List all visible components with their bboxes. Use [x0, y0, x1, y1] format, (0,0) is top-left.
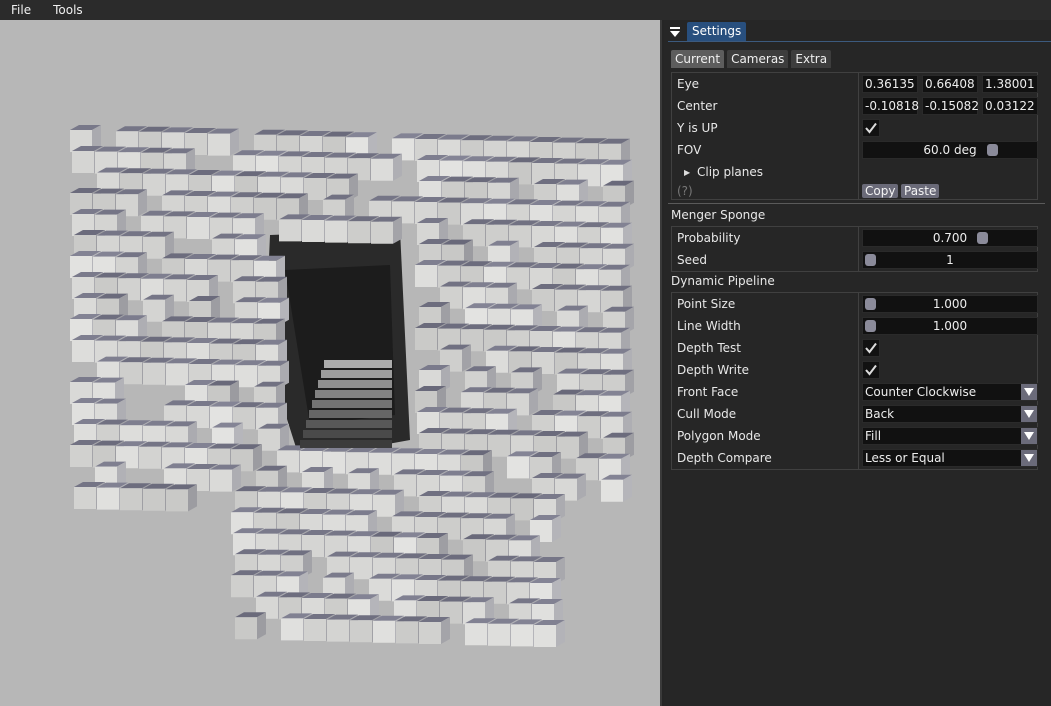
probability-label: Probability [677, 231, 741, 245]
paste-button[interactable]: Paste [901, 184, 940, 198]
row-line-width: Line Width 1.000 [672, 315, 1038, 337]
render-viewport[interactable] [0, 20, 662, 706]
copy-button[interactable]: Copy [862, 184, 899, 198]
front-face-value: Counter Clockwise [865, 385, 977, 399]
settings-tabs: Current Cameras Extra [671, 50, 832, 68]
fov-slider-grab[interactable] [986, 144, 998, 156]
dropdown-arrow-icon[interactable] [1021, 384, 1037, 400]
cull-mode-label: Cull Mode [677, 407, 737, 421]
line-width-value: 1.000 [932, 319, 968, 333]
point-size-slider-grab[interactable] [865, 298, 876, 310]
depth-compare-value: Less or Equal [865, 451, 945, 465]
collapse-triangle-icon[interactable] [668, 25, 682, 39]
depth-write-label: Depth Write [677, 363, 750, 377]
depth-test-label: Depth Test [677, 341, 741, 355]
row-depth-compare: Depth Compare Less or Equal [672, 447, 1038, 469]
dropdown-arrow-icon[interactable] [1021, 428, 1037, 444]
panel-title[interactable]: Settings [687, 22, 747, 41]
center-x-field[interactable]: -0.10818 [862, 97, 919, 115]
point-size-slider[interactable]: 1.000 [862, 295, 1038, 313]
menger-sponge-header: Menger Sponge [671, 208, 766, 222]
probability-value: 0.700 [932, 231, 968, 245]
probability-slider-grab[interactable] [977, 232, 988, 244]
yup-label: Y is UP [677, 121, 718, 135]
row-eye: Eye 0.36135 0.66408 1.38001 [672, 73, 1038, 95]
row-probability: Probability 0.700 [672, 227, 1038, 249]
menu-file[interactable]: File [0, 0, 42, 20]
front-face-label: Front Face [677, 385, 739, 399]
point-size-value: 1.000 [932, 297, 968, 311]
row-polygon-mode: Polygon Mode Fill [672, 425, 1038, 447]
eye-label: Eye [677, 77, 700, 91]
dropdown-arrow-icon[interactable] [1021, 406, 1037, 422]
panel-title-bar: Settings [668, 22, 747, 41]
depth-test-checkbox[interactable] [862, 339, 880, 357]
eye-x-field[interactable]: 0.36135 [862, 75, 918, 93]
tab-current[interactable]: Current [671, 50, 725, 68]
depth-compare-label: Depth Compare [677, 451, 772, 465]
depth-write-checkbox[interactable] [862, 361, 880, 379]
camera-table: Eye 0.36135 0.66408 1.38001 Center -0.10… [671, 72, 1038, 200]
row-clip-planes[interactable]: ▶ Clip planes [672, 161, 1037, 183]
settings-panel: Settings Current Cameras Extra Eye 0.361… [664, 20, 1051, 706]
row-center: Center -0.10818 -0.15082 0.03122 [672, 95, 1038, 117]
yup-checkbox[interactable] [862, 119, 880, 137]
row-front-face: Front Face Counter Clockwise [672, 381, 1038, 403]
sponge-table: Probability 0.700 Seed 1 [671, 226, 1038, 272]
tab-extra[interactable]: Extra [791, 50, 832, 68]
center-y-field[interactable]: -0.15082 [922, 97, 979, 115]
title-divider [668, 41, 1051, 42]
probability-slider[interactable]: 0.700 [862, 229, 1038, 247]
seed-slider-grab[interactable] [865, 254, 876, 266]
polygon-mode-value: Fill [865, 429, 882, 443]
pipeline-table: Point Size 1.000 Line Width 1.000 Depth … [671, 292, 1038, 470]
row-seed: Seed 1 [672, 249, 1038, 271]
center-z-field[interactable]: 0.03122 [982, 97, 1038, 115]
checkmark-icon [865, 122, 877, 134]
tree-expand-icon[interactable]: ▶ [684, 168, 690, 177]
row-cull-mode: Cull Mode Back [672, 403, 1038, 425]
dynamic-pipeline-header: Dynamic Pipeline [671, 274, 775, 288]
front-face-combo[interactable]: Counter Clockwise [862, 383, 1038, 401]
checkmark-icon [865, 364, 877, 376]
section-divider [668, 203, 1045, 204]
row-fov: FOV 60.0 deg [672, 139, 1038, 161]
menger-sponge-render[interactable] [0, 20, 660, 706]
line-width-slider-grab[interactable] [865, 320, 876, 332]
menu-bar: File Tools [0, 0, 1051, 20]
row-copy-paste: (?) Copy Paste [672, 183, 1037, 199]
polygon-mode-combo[interactable]: Fill [862, 427, 1038, 445]
dropdown-arrow-icon[interactable] [1021, 450, 1037, 466]
fov-label: FOV [677, 143, 702, 157]
fov-value: 60.0 deg [923, 143, 977, 157]
point-size-label: Point Size [677, 297, 736, 311]
seed-value: 1 [946, 253, 954, 267]
fov-slider[interactable]: 60.0 deg [862, 141, 1038, 159]
row-yup: Y is UP [672, 117, 1037, 139]
polygon-mode-label: Polygon Mode [677, 429, 761, 443]
row-point-size: Point Size 1.000 [672, 293, 1038, 315]
clip-planes-label[interactable]: Clip planes [697, 165, 763, 179]
eye-z-field[interactable]: 1.38001 [982, 75, 1038, 93]
depth-compare-combo[interactable]: Less or Equal [862, 449, 1038, 467]
checkmark-icon [865, 342, 877, 354]
center-label: Center [677, 99, 718, 113]
menu-tools[interactable]: Tools [42, 0, 94, 20]
row-depth-test: Depth Test [672, 337, 1037, 359]
row-depth-write: Depth Write [672, 359, 1037, 381]
line-width-label: Line Width [677, 319, 741, 333]
cull-mode-combo[interactable]: Back [862, 405, 1038, 423]
seed-label: Seed [677, 253, 707, 267]
eye-y-field[interactable]: 0.66408 [922, 75, 978, 93]
seed-slider[interactable]: 1 [862, 251, 1038, 269]
help-marker[interactable]: (?) [677, 184, 693, 198]
cull-mode-value: Back [865, 407, 895, 421]
tab-cameras[interactable]: Cameras [727, 50, 789, 68]
line-width-slider[interactable]: 1.000 [862, 317, 1038, 335]
